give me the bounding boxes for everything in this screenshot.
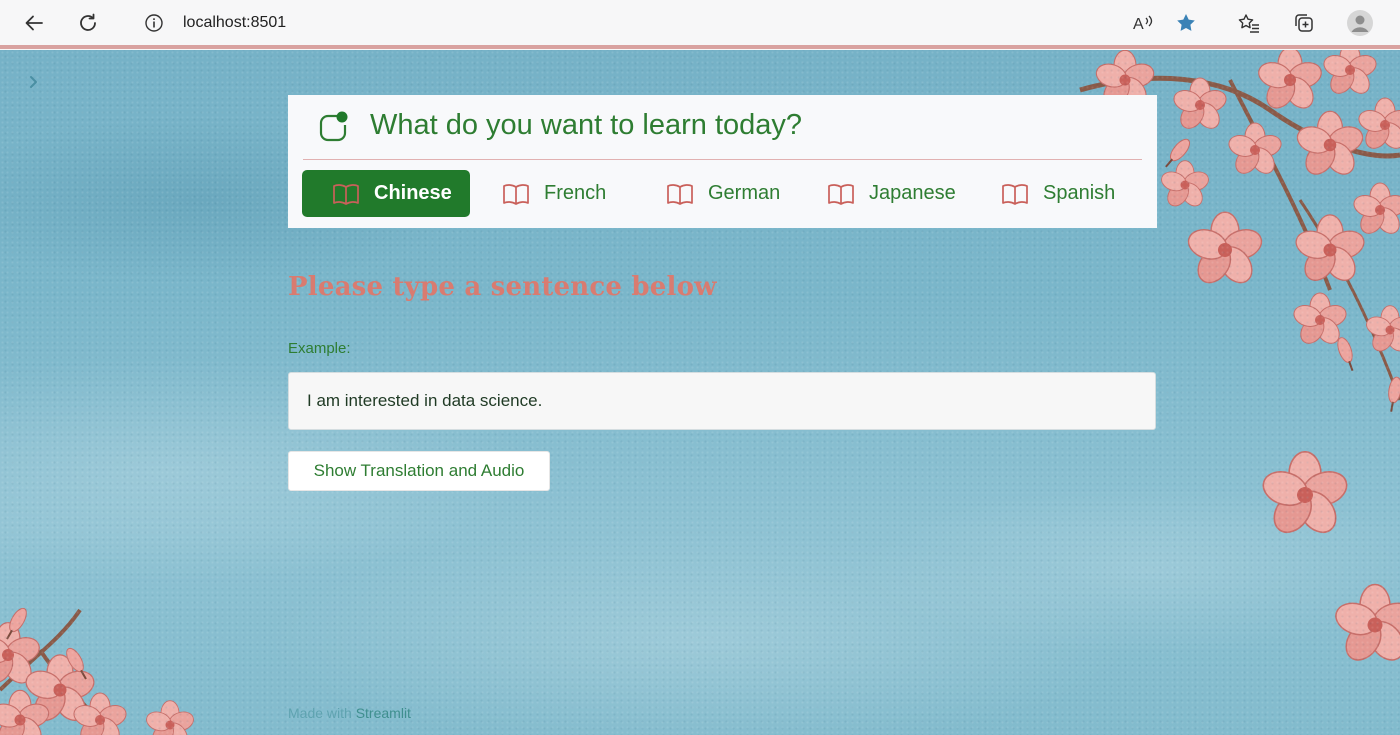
address-bar[interactable]: localhost:8501 (122, 5, 1217, 41)
book-icon (828, 183, 854, 205)
input-label: Example: (288, 340, 351, 357)
language-option-chinese[interactable]: Chinese (302, 170, 470, 217)
book-icon (503, 183, 529, 205)
book-icon (667, 183, 693, 205)
language-option-japanese[interactable]: Japanese (797, 170, 965, 217)
sidebar-expand-chevron-icon[interactable] (26, 74, 42, 90)
book-icon (333, 183, 359, 205)
browser-toolbar: localhost:8501 A (0, 0, 1400, 49)
favorites-list-icon[interactable] (1235, 9, 1263, 37)
language-option-menu: What do you want to learn today? Chinese… (288, 95, 1157, 228)
page-heading: Please type a sentence below (288, 272, 717, 302)
back-arrow-icon[interactable] (19, 8, 49, 38)
read-aloud-icon[interactable]: A (1129, 9, 1157, 37)
option-label: Chinese (374, 182, 452, 204)
option-label: Japanese (869, 182, 956, 204)
option-label: German (708, 182, 781, 204)
sentence-input[interactable]: I am interested in data science. (288, 372, 1156, 430)
page-loading-accent (0, 45, 1400, 49)
app-background: What do you want to learn today? Chinese… (0, 50, 1400, 735)
app-indicator-icon (318, 109, 350, 143)
menu-title: What do you want to learn today? (370, 109, 803, 141)
streamlit-link[interactable]: Streamlit (356, 705, 411, 721)
url-text[interactable]: localhost:8501 (183, 14, 286, 32)
show-translation-button[interactable]: Show Translation and Audio (288, 451, 550, 491)
svg-text:A: A (1133, 16, 1144, 33)
collections-icon[interactable] (1290, 9, 1318, 37)
language-option-french[interactable]: French (472, 170, 640, 217)
footer-prefix: Made with (288, 705, 356, 721)
option-label: French (544, 182, 607, 204)
sentence-input-value[interactable]: I am interested in data science. (307, 391, 542, 411)
profile-icon[interactable] (1346, 9, 1374, 37)
book-icon (1002, 183, 1028, 205)
footer: Made with Streamlit (288, 705, 411, 721)
menu-divider (303, 159, 1142, 160)
option-label: Spanish (1043, 182, 1116, 204)
favorite-star-icon[interactable] (1172, 9, 1200, 37)
language-option-spanish[interactable]: Spanish (971, 170, 1139, 217)
language-option-german[interactable]: German (636, 170, 804, 217)
refresh-icon[interactable] (73, 8, 103, 38)
info-icon[interactable] (144, 13, 164, 33)
